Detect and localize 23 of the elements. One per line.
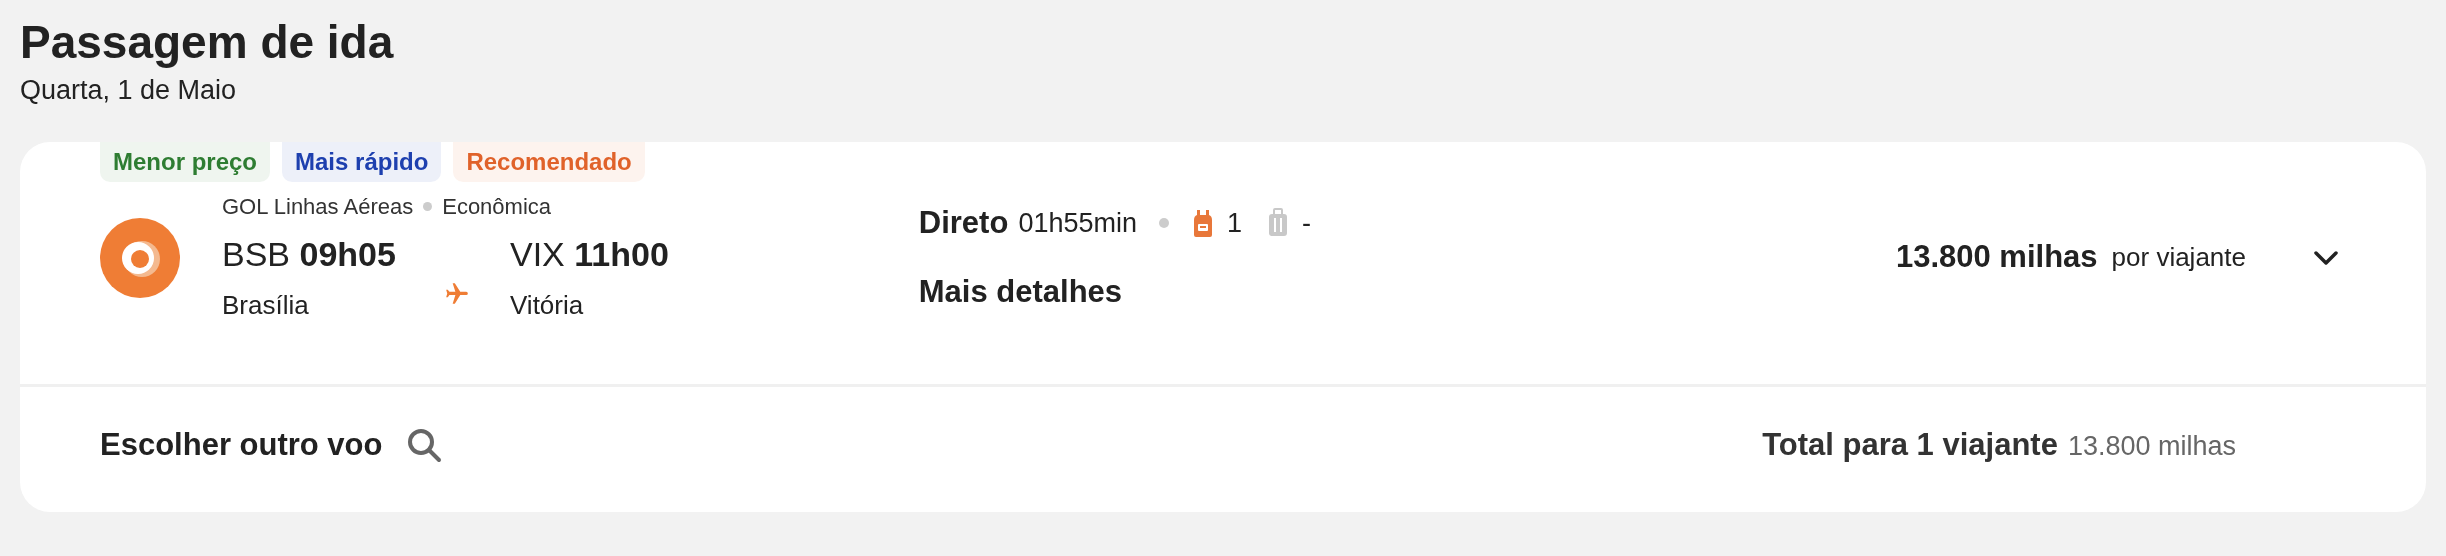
page-title: Passagem de ida xyxy=(20,15,394,70)
flight-duration: 01h55min xyxy=(1018,207,1137,240)
arrival-city: Vitória xyxy=(510,289,584,322)
plane-icon xyxy=(444,281,470,307)
flight-date: Quarta, 1 de Maio xyxy=(20,74,237,107)
price: 13.800 milhas xyxy=(1895,238,2098,277)
departure-city: Brasília xyxy=(222,289,309,322)
departure-time: BSB 09h05 xyxy=(222,234,397,275)
tag-label: Menor preço xyxy=(100,142,271,182)
arrival-time: VIX 11h00 xyxy=(510,234,669,275)
price-unit: por viajante xyxy=(2111,241,2246,274)
airline-name: GOL Linhas Aéreas xyxy=(222,193,414,221)
choose-other-flight-button[interactable]: Escolher outro voo xyxy=(100,422,383,469)
tag-label: Recomendado xyxy=(453,142,645,182)
total-value: 13.800 milhas xyxy=(2067,430,2236,464)
chevron-down-icon xyxy=(2313,249,2339,266)
total-label: Total para 1 viajante xyxy=(1762,426,2058,465)
cabin-class: Econômica xyxy=(442,193,552,221)
details-link[interactable]: Mais detalhes xyxy=(918,268,1123,315)
tag-label: Mais rápido xyxy=(282,142,442,182)
baggage-count: 1 xyxy=(1226,207,1242,240)
baggage-count: - xyxy=(1302,207,1311,240)
stops-label: Direto xyxy=(918,204,1009,242)
